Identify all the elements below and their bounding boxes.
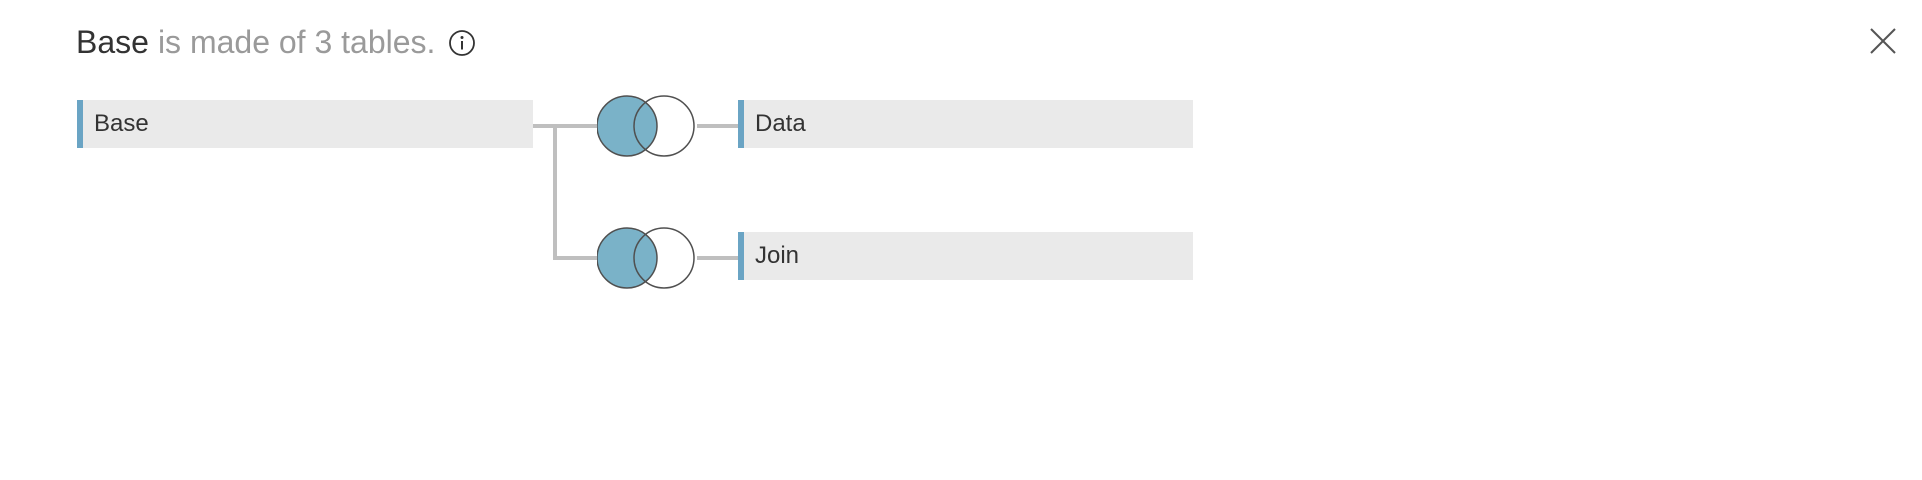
table-box-join[interactable]: Join <box>738 232 1193 280</box>
table-box-data[interactable]: Data <box>738 100 1193 148</box>
join-diagram-dialog: Base is made of 3 tables. Base Data Join <box>0 0 1922 480</box>
table-label-data: Data <box>755 110 806 137</box>
table-box-base[interactable]: Base <box>77 100 533 148</box>
table-label-base: Base <box>94 110 149 137</box>
left-join-venn-icon <box>596 227 695 289</box>
table-label-join: Join <box>755 242 800 269</box>
join-venn-data[interactable] <box>596 94 697 158</box>
join-venn-join[interactable] <box>596 226 697 290</box>
left-join-venn-icon <box>596 95 695 157</box>
